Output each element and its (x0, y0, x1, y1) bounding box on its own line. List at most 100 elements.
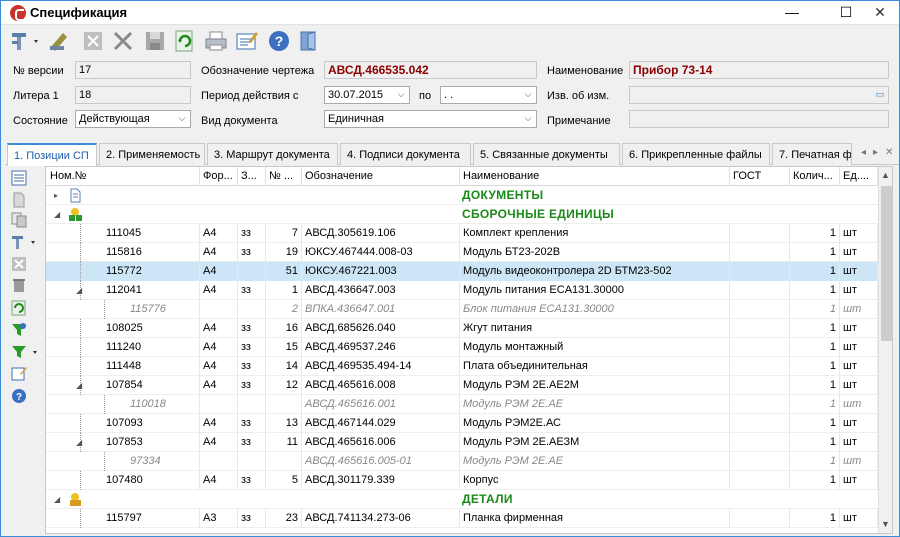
cell-designation: АВСД.436647.003 (302, 281, 460, 300)
tab-attached-files[interactable]: 6. Прикрепленные файлы (622, 143, 770, 165)
doctype-select[interactable]: Единичная ⌵ (324, 110, 537, 128)
table-row[interactable]: 115772 А4 51 ЮКСУ.467221.003 Модуль видеокон… (46, 262, 878, 281)
table-row[interactable]: 111045 А4 зз 7 АВСД.305619.106 Комплект крепл… (46, 224, 878, 243)
chevron-down-icon[interactable]: ⌵ (520, 87, 536, 103)
scroll-up-icon[interactable]: ▲ (881, 170, 890, 180)
chevron-down-icon[interactable]: ⌵ (174, 111, 190, 127)
section-assemblies[interactable]: ◢ СБОРОЧНЫЕ ЕДИНИЦЫ (46, 205, 878, 224)
folder-icon[interactable]: ▭ (872, 87, 888, 103)
col-header-position[interactable]: № ... (266, 167, 302, 186)
positions-grid[interactable]: Ном.№ Фор... З... № ... Обозначение Наим… (45, 166, 893, 534)
col-header-quantity[interactable]: Колич... (790, 167, 840, 186)
table-row[interactable]: 107480 А4 зз 5 АВСД.301179.339 Корпус 1 шт (46, 471, 878, 490)
filter-apply-icon[interactable] (11, 322, 27, 338)
tab-close-icon[interactable]: ✕ (885, 147, 893, 158)
tab-applicability[interactable]: 2. Применяемость (99, 143, 205, 165)
scroll-down-icon[interactable]: ▼ (881, 519, 890, 529)
delete-icon[interactable] (111, 29, 135, 53)
new-document-icon[interactable] (11, 192, 27, 208)
table-row[interactable]: 108025 А4 зз 16 АВСД.685626.040 Жгут питания 1… (46, 319, 878, 338)
section-parts[interactable]: ◢ ДЕТАЛИ (46, 490, 878, 509)
table-row[interactable]: 115797 А3 зз 23 АВСД.741134.273-06 Планка фир… (46, 509, 878, 528)
cell-format: А4 (200, 262, 238, 281)
cell-quantity: 1 (790, 224, 840, 243)
cell-position: 2 (266, 300, 302, 319)
edit-icon[interactable] (47, 29, 71, 53)
table-row[interactable]: 112041 А4 зз 1 АВСД.436647.003 Модуль питания… (46, 281, 878, 300)
copy-document-icon[interactable] (11, 212, 27, 228)
cancel-icon[interactable] (11, 256, 27, 272)
close-button[interactable]: ✕ (865, 1, 895, 25)
edit-report-icon[interactable] (11, 365, 27, 381)
chevron-down-icon[interactable]: ⌵ (520, 111, 536, 127)
collapse-icon[interactable]: ◢ (76, 438, 82, 447)
help-icon[interactable]: ? (11, 388, 27, 404)
cell-designation: АВСД.305619.106 (302, 224, 460, 243)
cell-name: Планка фирменная (460, 509, 730, 528)
period-to-field[interactable]: . . ⌵ (440, 86, 537, 104)
cell-zone: зз (238, 357, 266, 376)
trash-icon[interactable] (11, 277, 27, 293)
help-icon[interactable]: ? (267, 29, 291, 53)
col-header-name[interactable]: Наименование (460, 167, 730, 186)
table-row[interactable]: 115816 А4 зз 19 ЮКСУ.467444.008-03 Модуль БТ2… (46, 243, 878, 262)
version-field[interactable]: 17 (75, 61, 191, 79)
table-row[interactable]: 107093 А4 зз 13 АВСД.467144.029 Модуль РЭМ2Е.… (46, 414, 878, 433)
col-header-format[interactable]: Фор... (200, 167, 238, 186)
print-icon[interactable] (204, 29, 228, 53)
cancel-icon[interactable] (81, 29, 105, 53)
collapse-icon[interactable]: ◢ (76, 381, 82, 390)
col-header-unit[interactable]: Ед.... (840, 167, 878, 186)
exit-icon[interactable] (297, 29, 321, 53)
list-view-icon[interactable] (11, 170, 27, 186)
tab-related-docs[interactable]: 5. Связанные документы (473, 143, 620, 165)
period-from-field[interactable]: 30.07.2015 ⌵ (324, 86, 410, 104)
note-field[interactable] (629, 110, 889, 128)
collapse-icon[interactable]: ◢ (76, 286, 82, 295)
save-icon[interactable] (143, 29, 167, 53)
table-row[interactable]: 107853 А4 зз 11 АВСД.465616.006 Модуль РЭМ 2Е… (46, 433, 878, 452)
table-row[interactable]: 111240 А4 зз 15 АВСД.469537.246 Модуль монтаж… (46, 338, 878, 357)
table-row[interactable]: 110018 АВСД.465616.001 Модуль РЭМ 2Е.АЕ 1 шт (46, 395, 878, 414)
section-documents[interactable]: ▸ ДОКУМЕНТЫ (46, 186, 878, 205)
refresh-icon[interactable] (173, 29, 197, 53)
change-notice-field[interactable]: ▭ (629, 86, 889, 104)
tab-print-form[interactable]: 7. Печатная ф (772, 143, 852, 165)
tab-signatures[interactable]: 4. Подписи документа (340, 143, 471, 165)
filter-dropdown-icon[interactable] (11, 344, 41, 360)
litera-field[interactable]: 18 (75, 86, 191, 104)
parts-icon (68, 492, 83, 507)
state-label: Состояние (13, 115, 68, 127)
table-row[interactable]: 115776 2 ВПКА.436647.001 Блок питания ECA13… (46, 300, 878, 319)
minimize-button[interactable]: — (777, 1, 807, 25)
tab-scroll-left-icon[interactable]: ◂ (861, 147, 866, 158)
collapse-icon[interactable]: ◢ (54, 210, 60, 219)
tab-strip: 1. Позиции СП 2. Применяемость 3. Маршру… (5, 143, 899, 166)
report-edit-icon[interactable] (235, 29, 259, 53)
tab-route[interactable]: 3. Маршрут документа (207, 143, 338, 165)
col-header-gost[interactable]: ГОСТ (730, 167, 790, 186)
chevron-down-icon[interactable]: ⌵ (393, 87, 409, 103)
cell-designation: ВПКА.436647.001 (302, 300, 460, 319)
collapse-icon[interactable]: ◢ (54, 495, 60, 504)
state-select[interactable]: Действующая ⌵ (75, 110, 191, 128)
tab-positions[interactable]: 1. Позиции СП (7, 143, 97, 166)
refresh-icon[interactable] (11, 300, 27, 316)
drawing-field[interactable]: АВСД.466535.042 (324, 61, 537, 79)
col-header-zone[interactable]: З... (238, 167, 266, 186)
table-row[interactable]: 97334 АВСД.465616.005-01 Модуль РЭМ 2Е.АЕ 1… (46, 452, 878, 471)
maximize-button[interactable]: ☐ (831, 1, 861, 25)
change-notice-label: Изв. об изм. (547, 90, 610, 102)
col-header-designation[interactable]: Обозначение (302, 167, 460, 186)
table-row[interactable]: 111448 А4 зз 14 АВСД.469535.494-14 Плата объе… (46, 357, 878, 376)
table-row[interactable]: 107854 А4 зз 12 АВСД.465616.008 Модуль РЭМ 2Е… (46, 376, 878, 395)
cell-name: Модуль РЭМ 2Е.АЕ (460, 452, 730, 471)
scroll-thumb[interactable] (881, 186, 892, 341)
tab-scroll-right-icon[interactable]: ▸ (873, 147, 878, 158)
name-field[interactable]: Прибор 73-14 (629, 61, 889, 79)
col-header-number[interactable]: Ном.№ (46, 167, 200, 186)
tools-dropdown-icon[interactable] (9, 29, 38, 53)
expand-icon[interactable]: ▸ (54, 191, 58, 200)
vertical-scrollbar[interactable]: ▲ ▼ (878, 167, 892, 533)
tools-dropdown-icon[interactable] (11, 234, 39, 250)
